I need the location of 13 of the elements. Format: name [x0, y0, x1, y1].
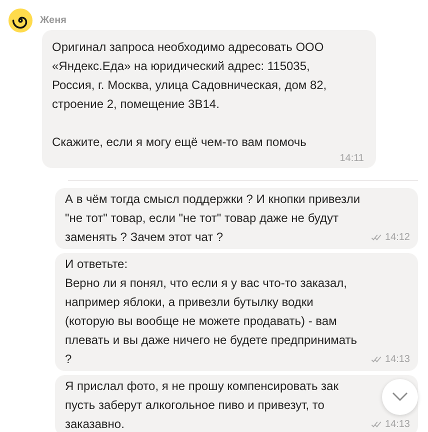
- message-time: 14:11: [340, 152, 364, 165]
- message-text: И ответьте: Верно ли я понял, что если я у вас что-то заказал, например яблоки, а привезли бутылку водки (которую вы вообще не можете продавать) - вам плевать и вы даже ничего не будете предпринимать ?: [65, 256, 358, 368]
- message-time: 14:13: [384, 418, 410, 431]
- sender-name: Женя: [40, 14, 66, 26]
- message-text: Оригинал запроса необходимо адресовать ООО «Яндекс.Еда» на юридический адрес: 115035, Россия, г. Москва, улица Садовническая, дом 82, строение 2, помещение 3В14.: [52, 39, 327, 113]
- avatar-icon: [8, 8, 33, 32]
- message-text: Я прислал фото, я не прошу компенсировать зак пусть заберут алкогольное пиво и привезут, то заказавно.: [65, 378, 338, 432]
- message-time: 14:13: [384, 353, 410, 366]
- message-text: Скажите, если я могу ещё чем-то вам помочь: [52, 134, 306, 151]
- message-text: А в чём тогда смысл поддержки ? И кнопки привезли "не тот" товар, если "не тот" товар даже не будут заменять ? Зачем этот чат ?: [65, 191, 360, 246]
- message-time: 14:12: [384, 231, 410, 244]
- chevron-down-icon: [392, 392, 408, 402]
- scroll-down-button[interactable]: [382, 379, 418, 415]
